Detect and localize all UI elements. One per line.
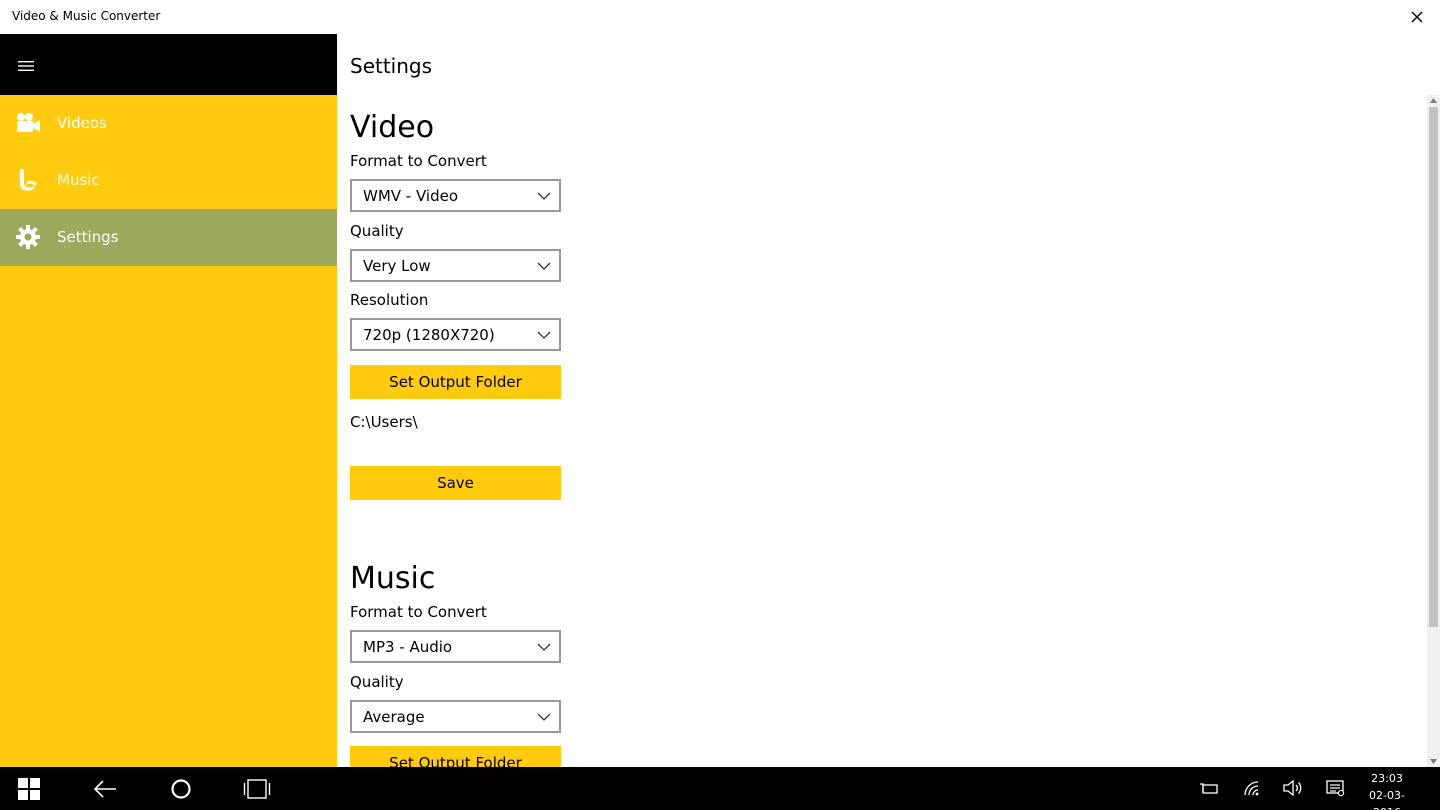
scroll-up-icon[interactable] — [1429, 96, 1438, 105]
video-format-select[interactable]: WMV - Video — [350, 179, 561, 212]
chevron-down-icon — [537, 331, 551, 339]
task-view-icon — [243, 778, 271, 799]
select-value: WMV - Video — [363, 187, 459, 205]
select-value: MP3 - Audio — [363, 638, 453, 656]
video-output-path: C:\Users\ — [350, 413, 418, 431]
gear-icon — [14, 223, 42, 251]
music-quality-select[interactable]: Average — [350, 700, 561, 733]
volume-icon[interactable] — [1282, 777, 1304, 799]
taskbar: 23:03 02-03-2016 — [0, 767, 1440, 810]
sidebar-item-label: Videos — [57, 114, 107, 132]
clock-time: 23:03 — [1371, 772, 1403, 785]
scroll-down-icon[interactable] — [1429, 757, 1438, 766]
sidebar-item-videos[interactable]: Videos — [0, 95, 337, 152]
save-button[interactable]: Save — [350, 466, 561, 500]
hamburger-button[interactable] — [14, 54, 38, 78]
task-view-button[interactable] — [233, 767, 281, 810]
back-button[interactable] — [81, 767, 129, 810]
back-arrow-icon — [93, 779, 116, 798]
music-format-label: Format to Convert — [350, 603, 487, 621]
music-quality-label: Quality — [350, 673, 404, 691]
video-camera-icon — [14, 109, 42, 137]
close-button[interactable] — [1402, 2, 1432, 32]
cortana-button[interactable] — [157, 767, 205, 810]
sidebar-header — [0, 34, 337, 95]
scrollbar-thumb[interactable] — [1429, 107, 1438, 627]
select-value: Average — [363, 708, 425, 726]
music-note-icon — [14, 166, 42, 194]
video-quality-label: Quality — [350, 222, 404, 240]
settings-panel: Settings Video Format to Convert WMV - V… — [337, 34, 1440, 767]
video-format-label: Format to Convert — [350, 152, 487, 170]
taskbar-clock[interactable]: 23:03 02-03-2016 — [1356, 770, 1418, 810]
battery-tablet-icon[interactable] — [1198, 777, 1220, 799]
chevron-down-icon — [537, 713, 551, 721]
sidebar-item-settings[interactable]: Settings — [0, 209, 337, 266]
chevron-down-icon — [537, 643, 551, 651]
sidebar: Videos Music Settings — [0, 34, 337, 767]
video-section-title: Video — [350, 110, 435, 145]
music-set-output-folder-button[interactable]: Set Output Folder — [350, 746, 561, 767]
start-button[interactable] — [5, 767, 53, 810]
music-format-select[interactable]: MP3 - Audio — [350, 630, 561, 663]
vertical-scrollbar[interactable] — [1427, 95, 1440, 767]
video-quality-select[interactable]: Very Low — [350, 249, 561, 282]
chevron-down-icon — [537, 262, 551, 270]
hamburger-icon — [18, 61, 34, 71]
windows-logo-icon — [18, 777, 40, 800]
sidebar-item-music[interactable]: Music — [0, 152, 337, 209]
title-bar: Video & Music Converter — [0, 0, 1440, 34]
cortana-circle-icon — [171, 778, 191, 799]
page-title: Settings — [350, 54, 433, 78]
close-icon — [1411, 11, 1423, 23]
video-set-output-folder-button[interactable]: Set Output Folder — [350, 365, 561, 399]
chevron-down-icon — [537, 192, 551, 200]
video-resolution-label: Resolution — [350, 291, 429, 309]
select-value: Very Low — [363, 257, 431, 275]
video-resolution-select[interactable]: 720p (1280X720) — [350, 318, 561, 351]
sidebar-item-label: Music — [57, 171, 100, 189]
music-section-title: Music — [350, 561, 436, 596]
select-value: 720p (1280X720) — [363, 326, 495, 344]
action-center-icon[interactable] — [1324, 777, 1346, 799]
clock-date: 02-03-2016 — [1369, 789, 1405, 810]
window-title: Video & Music Converter — [12, 9, 161, 23]
wifi-icon[interactable] — [1241, 777, 1263, 799]
sidebar-item-label: Settings — [57, 228, 119, 246]
